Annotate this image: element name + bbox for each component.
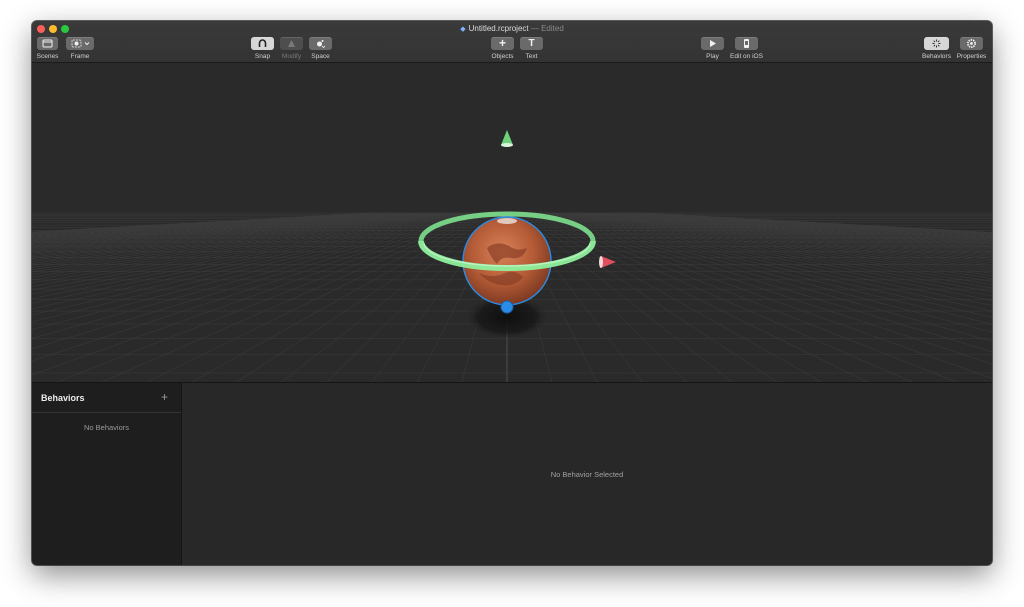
text-button[interactable]: T: [520, 37, 543, 50]
text-icon: T: [528, 38, 535, 49]
play-icon: [710, 40, 716, 47]
z-axis-handle[interactable]: [500, 300, 514, 314]
behaviors-label: Behaviors: [922, 53, 951, 60]
scenes-button[interactable]: [37, 37, 58, 50]
text-label: Text: [525, 53, 538, 60]
space-button[interactable]: [309, 37, 332, 50]
gear-icon: [967, 39, 976, 48]
play-label: Play: [706, 53, 719, 60]
scene-canvas: [32, 63, 992, 382]
window-title: ◆ Untitled.rcproject — Edited: [32, 24, 992, 33]
behaviors-sidebar: Behaviors + No Behaviors: [32, 383, 182, 565]
behaviors-panel: Behaviors + No Behaviors No Behavior Sel…: [32, 382, 992, 565]
scenes-icon: [42, 39, 53, 48]
window-title-text: Untitled.rcproject: [468, 24, 529, 33]
modify-button[interactable]: [280, 37, 303, 50]
document-icon: ◆: [460, 26, 466, 33]
behavior-detail-pane: No Behavior Selected: [182, 383, 992, 565]
detail-empty-text: No Behavior Selected: [550, 470, 624, 479]
frame-label: Frame: [70, 53, 90, 60]
properties-label: Properties: [956, 53, 987, 60]
app-window: ◆ Untitled.rcproject — Edited Scenes Fram…: [32, 21, 992, 565]
edit-on-ios-label: Edit on iOS: [730, 53, 763, 60]
space-label: Space: [311, 53, 330, 60]
behaviors-button[interactable]: [924, 37, 949, 50]
device-icon: [744, 39, 749, 48]
space-icon: [317, 40, 326, 49]
behaviors-header: Behaviors +: [32, 383, 181, 413]
play-button[interactable]: [701, 37, 724, 50]
modify-label: Modify: [281, 53, 302, 60]
modify-icon: [288, 40, 295, 47]
frame-icon: [71, 39, 90, 48]
snap-icon: [258, 39, 267, 47]
behaviors-empty-text: No Behaviors: [83, 423, 130, 432]
behaviors-title: Behaviors: [41, 393, 85, 403]
snap-button[interactable]: [251, 37, 274, 50]
frame-button[interactable]: [66, 37, 94, 50]
properties-button[interactable]: [960, 37, 983, 50]
toolbar: ◆ Untitled.rcproject — Edited Scenes Fram…: [32, 21, 992, 63]
add-icon: +: [498, 36, 506, 50]
edited-status: — Edited: [530, 24, 564, 33]
objects-button[interactable]: +: [491, 37, 514, 50]
objects-label: Objects: [491, 53, 514, 60]
snap-label: Snap: [254, 53, 271, 60]
edit-on-ios-button[interactable]: [735, 37, 758, 50]
scenes-label: Scenes: [36, 53, 59, 60]
scene-viewport[interactable]: [32, 63, 992, 382]
add-behavior-button[interactable]: +: [161, 390, 168, 404]
behaviors-icon: [932, 39, 941, 48]
